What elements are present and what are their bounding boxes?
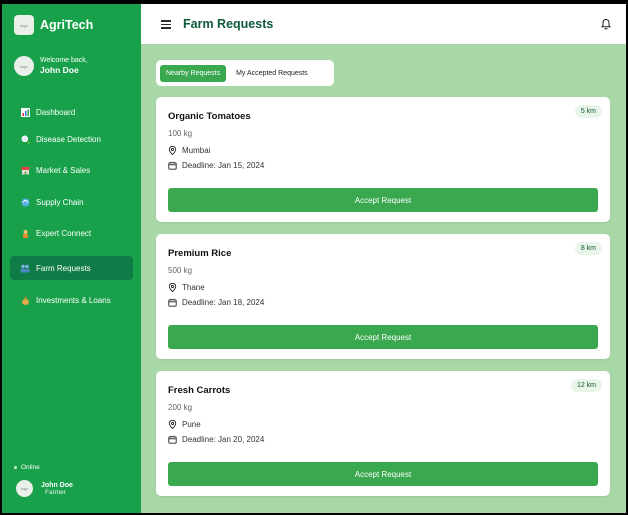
tab-my-accepted-requests[interactable]: My Accepted Requests [230,65,314,82]
location: Pune [168,420,598,429]
location-pin-icon [168,420,177,429]
location: Mumbai [168,146,598,155]
footer-user-role: Farmer [45,488,66,496]
footer-user-name: John Doe [41,481,73,489]
recycle-icon [20,197,30,207]
accept-request-button[interactable]: Accept Request [168,462,598,486]
location: Thane [168,283,598,292]
distance-badge: 12 km [570,379,602,392]
sidebar-item-label: Expert Connect [36,228,92,238]
deadline-label: Deadline: Jan 20, 2024 [182,435,265,444]
deadline: Deadline: Jan 18, 2024 [168,298,598,307]
tab-nearby-requests[interactable]: Nearby Requests [160,64,227,82]
farmer-icon [20,228,30,238]
deadline: Deadline: Jan 20, 2024 [168,435,598,444]
top-bar: Farm Requests [141,4,626,44]
welcome-text: Welcome back, [40,57,88,64]
hamburger-menu-icon[interactable] [161,20,171,29]
chart-icon [20,107,30,117]
location-label: Pune [182,420,201,429]
request-tabs: Nearby Requests My Accepted Requests [156,60,334,86]
avatar[interactable]: logo [14,56,34,76]
user-profile[interactable]: logo John Doe Farmer [16,480,73,497]
app-window: logo AgriTech logo Welcome back, John Do… [2,4,626,513]
store-icon [20,165,30,175]
sidebar-item-label: Farm Requests [36,263,91,273]
online-status: Online [14,464,40,471]
calendar-icon [168,435,177,444]
distance-badge: 5 km [574,105,602,118]
magnifier-icon [20,134,30,144]
request-card: Fresh Carrots 200 kg Pune Deadline: Jan … [156,371,610,496]
request-card: Premium Rice 500 kg Thane Deadline: Jan … [156,234,610,359]
main-content: Farm Requests Nearby Requests My Accepte… [141,4,626,513]
avatar: logo [16,480,33,497]
location-pin-icon [168,146,177,155]
calendar-icon [168,161,177,170]
logo-icon: logo [14,15,34,35]
bell-icon[interactable] [600,18,612,30]
sidebar-item-dashboard[interactable]: Dashboard [10,100,133,124]
crop-name: Fresh Carrots [168,385,231,396]
quantity: 100 kg [168,129,193,138]
sidebar-item-disease-detection[interactable]: Disease Detection [10,127,133,151]
deadline-label: Deadline: Jan 18, 2024 [182,298,265,307]
sidebar-item-label: Dashboard [36,107,76,117]
sidebar-item-expert-connect[interactable]: Expert Connect [10,221,133,245]
sidebar-item-label: Supply Chain [36,197,84,207]
sidebar-item-supply-chain[interactable]: Supply Chain [10,190,133,214]
quantity: 200 kg [168,403,193,412]
location-label: Mumbai [182,146,211,155]
sidebar-item-label: Disease Detection [36,134,101,144]
user-greeting: logo Welcome back, John Doe [2,46,141,76]
accept-request-button[interactable]: Accept Request [168,188,598,212]
sidebar-item-market-sales[interactable]: Market & Sales [10,158,133,182]
location-pin-icon [168,283,177,292]
calendar-icon [168,298,177,307]
crop-name: Premium Rice [168,248,232,259]
distance-badge: 8 km [574,242,602,255]
quantity: 500 kg [168,266,193,275]
page-title: Farm Requests [183,17,274,31]
brand[interactable]: logo AgriTech [2,4,141,46]
location-label: Thane [182,283,205,292]
status-label: Online [21,464,40,471]
app-name: AgriTech [40,18,94,32]
sidebar-item-farm-requests[interactable]: Farm Requests [10,256,133,280]
money-bag-icon [20,295,30,305]
users-icon [20,263,30,273]
deadline-label: Deadline: Jan 15, 2024 [182,161,265,170]
user-name: John Doe [40,65,79,75]
accept-request-button[interactable]: Accept Request [168,325,598,349]
sidebar-item-investments-loans[interactable]: Investments & Loans [10,288,133,312]
sidebar-item-label: Investments & Loans [36,295,111,305]
deadline: Deadline: Jan 15, 2024 [168,161,598,170]
sidebar: logo AgriTech logo Welcome back, John Do… [2,4,141,513]
request-card: Organic Tomatoes 100 kg Mumbai Deadline:… [156,97,610,222]
sidebar-item-label: Market & Sales [36,165,91,175]
crop-name: Organic Tomatoes [168,111,251,122]
status-dot-icon [14,466,17,469]
